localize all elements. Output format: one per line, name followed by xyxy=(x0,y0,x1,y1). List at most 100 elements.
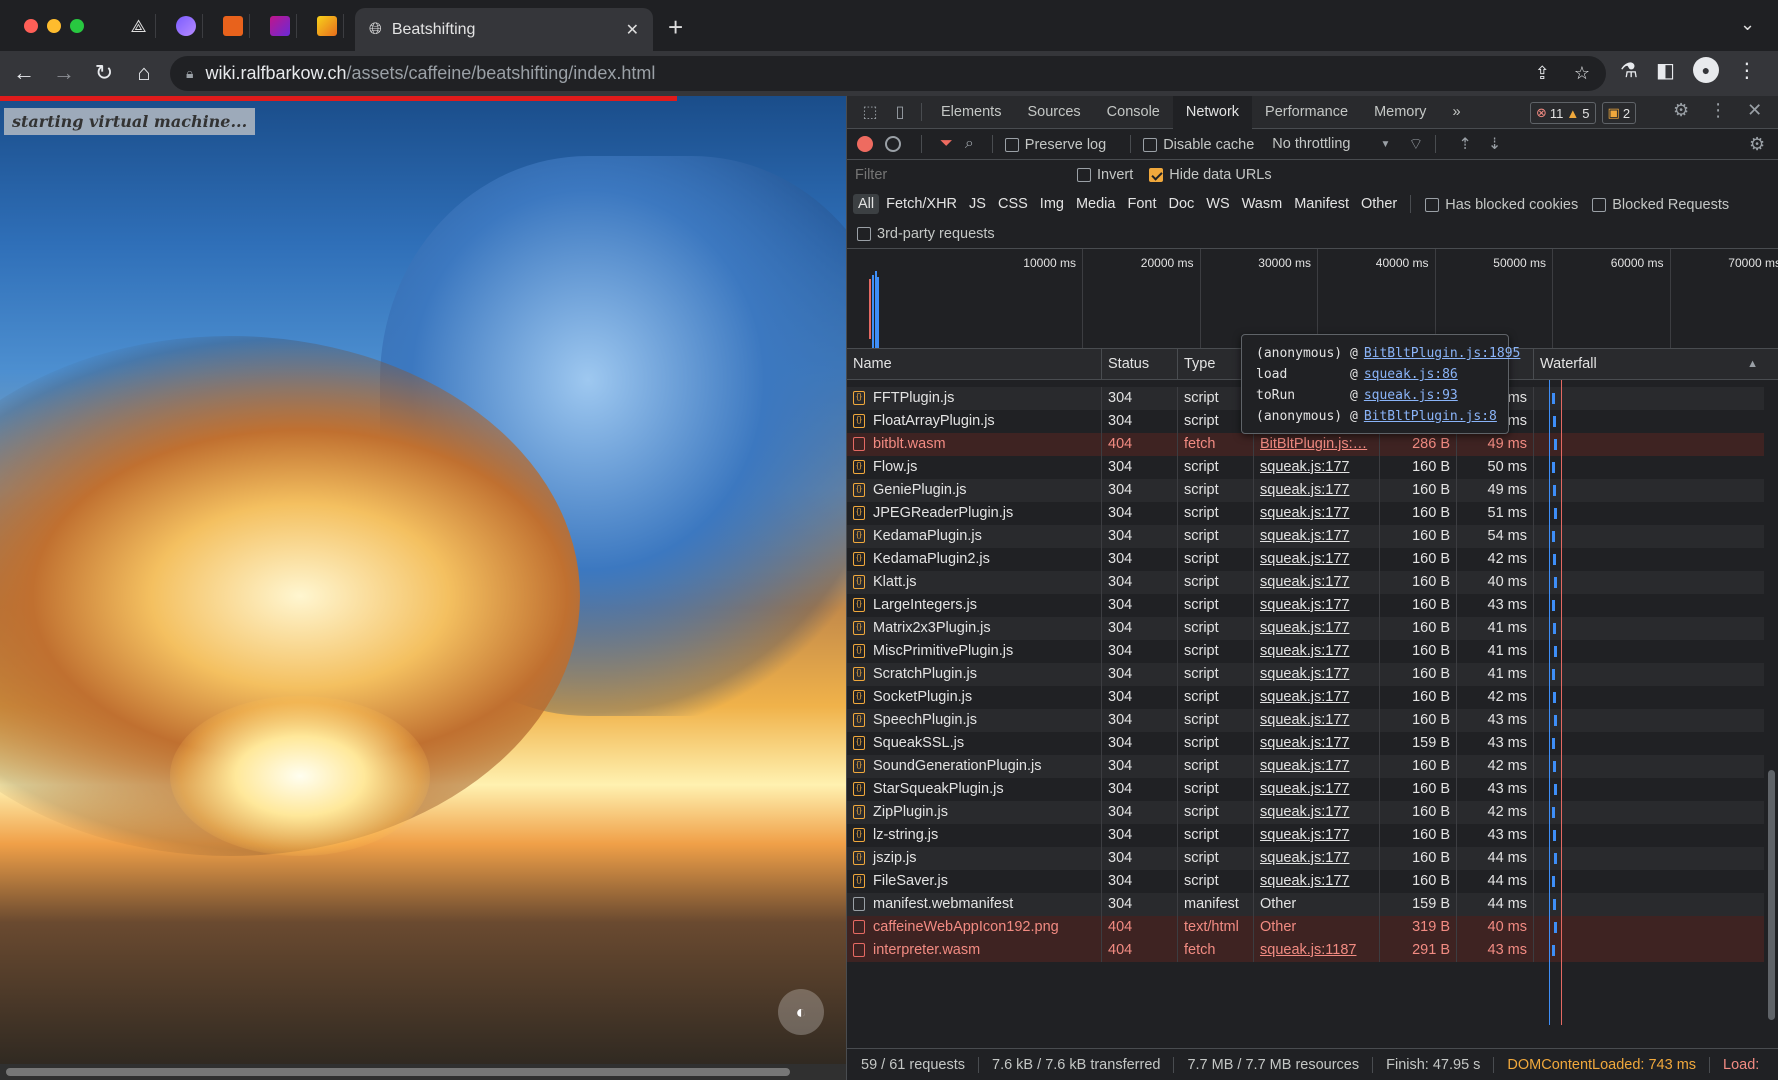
tab-memory[interactable]: Memory xyxy=(1361,96,1439,129)
stack-source-link[interactable]: BitBltPlugin.js:1895 xyxy=(1364,346,1521,361)
request-initiator[interactable]: squeak.js:177 xyxy=(1254,732,1380,755)
pinned-tab-3[interactable] xyxy=(216,14,250,38)
column-status[interactable]: Status xyxy=(1102,349,1178,380)
table-row[interactable]: {} GeniePlugin.js 304 script squeak.js:177 16… xyxy=(847,479,1778,502)
blocked-requests-checkbox[interactable]: Blocked Requests xyxy=(1592,196,1741,213)
filter-type-fetch-xhr[interactable]: Fetch/XHR xyxy=(881,194,962,214)
filter-type-other[interactable]: Other xyxy=(1356,194,1402,214)
filter-type-img[interactable]: Img xyxy=(1035,194,1069,214)
minimize-window-button[interactable] xyxy=(47,19,61,33)
request-initiator[interactable]: squeak.js:177 xyxy=(1254,456,1380,479)
request-initiator[interactable]: squeak.js:177 xyxy=(1254,640,1380,663)
settings-gear-icon[interactable]: ⚙ xyxy=(1673,100,1689,121)
invert-checkbox[interactable]: Invert xyxy=(1077,166,1145,183)
hide-data-urls-checkbox[interactable]: Hide data URLs xyxy=(1149,166,1283,183)
active-tab[interactable]: 🌐︎ Beatshifting ✕ xyxy=(355,8,653,51)
filter-type-all[interactable]: All xyxy=(853,194,880,214)
table-row[interactable]: manifest.webmanifest 304 manifest Other 159 … xyxy=(847,893,1778,916)
bookmark-star-icon[interactable]: ☆ xyxy=(1574,63,1590,84)
browser-menu-icon[interactable]: ⋮ xyxy=(1737,58,1757,83)
request-initiator[interactable]: squeak.js:177 xyxy=(1254,847,1380,870)
tab-sources[interactable]: Sources xyxy=(1014,96,1093,129)
page-viewport[interactable]: starting virtual machine... ◐ xyxy=(0,96,846,1080)
request-initiator[interactable]: squeak.js:177 xyxy=(1254,709,1380,732)
table-row[interactable]: {} MiscPrimitivePlugin.js 304 script squeak.… xyxy=(847,640,1778,663)
inspect-element-icon[interactable]: ⬚ xyxy=(855,102,885,122)
forward-icon[interactable]: → xyxy=(46,60,82,86)
pinned-tab-1[interactable]: ⟁ xyxy=(122,14,156,38)
filter-input[interactable] xyxy=(853,163,1053,186)
table-row[interactable]: {} Matrix2x3Plugin.js 304 script squeak.js:1… xyxy=(847,617,1778,640)
share-icon[interactable]: ⇪ xyxy=(1535,63,1550,84)
table-row[interactable]: bitblt.wasm 404 fetch BitBltPlugin.js:… 286 … xyxy=(847,433,1778,456)
address-bar[interactable]: 🔒︎ wiki.ralfbarkow.ch/assets/caffeine/be… xyxy=(170,56,1606,91)
tab-performance[interactable]: Performance xyxy=(1252,96,1361,129)
search-icon[interactable]: ⌕ xyxy=(965,135,974,153)
home-icon[interactable]: ⌂ xyxy=(126,60,162,86)
request-initiator[interactable]: squeak.js:177 xyxy=(1254,479,1380,502)
back-icon[interactable]: ← xyxy=(6,60,42,86)
filter-type-media[interactable]: Media xyxy=(1071,194,1121,214)
request-initiator[interactable]: squeak.js:177 xyxy=(1254,801,1380,824)
table-row[interactable]: {} SocketPlugin.js 304 script squeak.js:177 1… xyxy=(847,686,1778,709)
table-row[interactable]: {} KedamaPlugin.js 304 script squeak.js:177 1… xyxy=(847,525,1778,548)
request-initiator[interactable]: squeak.js:177 xyxy=(1254,870,1380,893)
table-vertical-scrollbar[interactable] xyxy=(1764,380,1778,1025)
network-conditions-icon[interactable]: ⌔ xyxy=(1408,134,1423,154)
column-name[interactable]: Name xyxy=(847,349,1102,380)
stack-source-link[interactable]: squeak.js:86 xyxy=(1364,367,1458,382)
stack-source-link[interactable]: squeak.js:93 xyxy=(1364,388,1458,403)
request-initiator[interactable]: BitBltPlugin.js:… xyxy=(1254,433,1380,456)
side-panel-icon[interactable]: ◧ xyxy=(1656,58,1675,83)
scrollbar-thumb[interactable] xyxy=(1768,770,1775,1020)
request-initiator[interactable]: squeak.js:177 xyxy=(1254,755,1380,778)
fullscreen-toggle-icon[interactable]: ◐ xyxy=(778,989,824,1035)
profile-avatar-icon[interactable]: ● xyxy=(1692,57,1719,83)
request-initiator[interactable]: squeak.js:177 xyxy=(1254,617,1380,640)
request-initiator[interactable]: squeak.js:177 xyxy=(1254,571,1380,594)
table-row[interactable]: {} KedamaPlugin2.js 304 script squeak.js:177… xyxy=(847,548,1778,571)
preserve-log-checkbox[interactable]: Preserve log xyxy=(1004,136,1118,153)
table-row[interactable]: {} FileSaver.js 304 script squeak.js:177 160 … xyxy=(847,870,1778,893)
import-har-icon[interactable]: ⇡ xyxy=(1458,134,1471,154)
table-row[interactable]: caffeineWebAppIcon192.png 404 text/html Oth… xyxy=(847,916,1778,939)
table-row[interactable]: {} Flow.js 304 script squeak.js:177 160 B 50 m… xyxy=(847,456,1778,479)
table-row[interactable]: {} jszip.js 304 script squeak.js:177 160 B 44 … xyxy=(847,847,1778,870)
request-initiator[interactable]: Other xyxy=(1254,916,1380,939)
tab-network[interactable]: Network xyxy=(1172,95,1253,129)
filter-type-font[interactable]: Font xyxy=(1122,194,1161,214)
pinned-tab-2[interactable] xyxy=(169,14,203,38)
devtools-menu-icon[interactable]: ⋮ xyxy=(1709,100,1727,121)
close-devtools-icon[interactable]: ✕ xyxy=(1747,100,1762,121)
request-initiator[interactable]: squeak.js:177 xyxy=(1254,502,1380,525)
column-waterfall[interactable]: Waterfall ▲ xyxy=(1534,349,1764,380)
scrollbar-thumb[interactable] xyxy=(6,1068,790,1076)
tab-console[interactable]: Console xyxy=(1094,96,1173,129)
request-initiator[interactable]: squeak.js:177 xyxy=(1254,525,1380,548)
reload-icon[interactable]: ↻ xyxy=(86,60,122,86)
errors-badge[interactable]: ⊗ 11 ▲ 5 xyxy=(1530,102,1596,124)
disable-cache-checkbox[interactable]: Disable cache xyxy=(1143,136,1266,153)
request-initiator[interactable]: Other xyxy=(1254,893,1380,916)
record-icon[interactable] xyxy=(857,136,873,152)
close-window-button[interactable] xyxy=(24,19,38,33)
close-tab-icon[interactable]: ✕ xyxy=(626,20,639,40)
labs-flask-icon[interactable]: ⚗ xyxy=(1620,58,1638,83)
throttling-select[interactable]: No throttling ▼ xyxy=(1272,136,1390,152)
request-initiator[interactable]: squeak.js:177 xyxy=(1254,824,1380,847)
filter-type-manifest[interactable]: Manifest xyxy=(1289,194,1354,214)
blocked-cookies-checkbox[interactable]: Has blocked cookies xyxy=(1425,196,1590,213)
table-row[interactable]: {} Klatt.js 304 script squeak.js:177 160 B 40 … xyxy=(847,571,1778,594)
third-party-checkbox[interactable]: 3rd-party requests xyxy=(857,225,1007,242)
request-initiator[interactable]: squeak.js:177 xyxy=(1254,663,1380,686)
pinned-tab-4[interactable] xyxy=(263,14,297,38)
stack-source-link[interactable]: BitBltPlugin.js:8 xyxy=(1364,409,1497,424)
network-settings-icon[interactable]: ⚙ xyxy=(1749,134,1765,155)
request-initiator[interactable]: squeak.js:177 xyxy=(1254,778,1380,801)
tab-search-icon[interactable]: ⌄ xyxy=(1740,14,1755,35)
filter-type-ws[interactable]: WS xyxy=(1201,194,1234,214)
table-row[interactable]: {} SoundGenerationPlugin.js 304 script squea… xyxy=(847,755,1778,778)
filter-type-doc[interactable]: Doc xyxy=(1163,194,1199,214)
table-row[interactable]: interpreter.wasm 404 fetch squeak.js:1187 29… xyxy=(847,939,1778,962)
pinned-tab-5[interactable] xyxy=(310,14,344,38)
